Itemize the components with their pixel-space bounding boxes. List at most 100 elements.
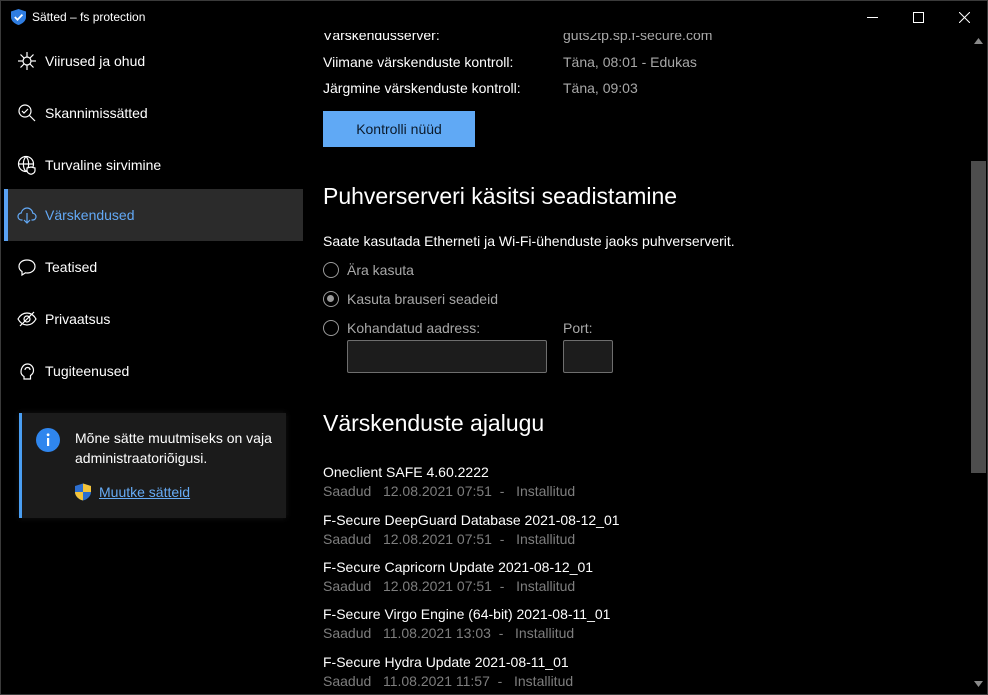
- virus-icon: [18, 52, 36, 70]
- scrollbar-thumb[interactable]: [971, 161, 986, 473]
- proxy-option-none[interactable]: Ära kasuta: [323, 260, 414, 280]
- close-icon: [958, 11, 970, 23]
- history-item-name: Oneclient SAFE 4.60.2222: [323, 464, 489, 480]
- radio-button-checked[interactable]: [323, 291, 339, 307]
- minimize-button[interactable]: [849, 1, 895, 33]
- received-label: Saadud: [323, 625, 372, 641]
- close-button[interactable]: [941, 1, 987, 33]
- uac-shield-icon: [75, 483, 91, 501]
- radio-label: Kasuta brauseri seadeid: [347, 291, 498, 307]
- received-label: Saadud: [323, 578, 372, 594]
- next-check-row: Järgmine värskenduste kontroll: Täna, 09…: [323, 80, 923, 100]
- radio-button[interactable]: [323, 262, 339, 278]
- active-indicator: [4, 189, 8, 241]
- maximize-icon: [912, 11, 924, 23]
- check-now-button[interactable]: Kontrolli nüüd: [323, 111, 475, 147]
- install-status: Installitud: [516, 578, 576, 594]
- proxy-heading: Puhverserveri käsitsi seadistamine: [323, 183, 678, 209]
- settings-window: Sätted – fs protection Viirused ja ohud: [0, 0, 988, 695]
- history-item-name: F-Secure Hydra Update 2021-08-11_01: [323, 654, 569, 670]
- sidebar-item-viruses[interactable]: Viirused ja ohud: [4, 35, 303, 87]
- maximize-button[interactable]: [895, 1, 941, 33]
- install-status: Installitud: [514, 673, 574, 689]
- history-item: F-Secure DeepGuard Database 2021-08-12_0…: [323, 512, 923, 552]
- last-check-row: Viimane värskenduste kontroll: Täna, 08:…: [323, 54, 923, 74]
- support-icon: [20, 363, 35, 380]
- separator: -: [499, 483, 505, 499]
- scan-search-icon: [18, 104, 36, 122]
- received-datetime: 12.08.2021 07:51: [382, 483, 492, 499]
- sidebar-item-notifications[interactable]: Teatised: [4, 241, 303, 293]
- received-label: Saadud: [323, 483, 372, 499]
- sidebar-item-label: Viirused ja ohud: [45, 53, 146, 69]
- next-check-value: Täna, 09:03: [563, 80, 638, 96]
- minimize-icon: [866, 16, 878, 18]
- sidebar-item-label: Skannimissätted: [45, 105, 148, 121]
- sidebar-item-label: Turvaline sirvimine: [45, 157, 162, 173]
- proxy-option-browser[interactable]: Kasuta brauseri seadeid: [323, 289, 498, 309]
- separator: -: [498, 625, 504, 641]
- cloud-download-icon: [17, 207, 37, 224]
- sidebar-item-label: Tugiteenused: [45, 363, 130, 379]
- radio-label: Kohandatud aadress:: [347, 320, 481, 336]
- window-title: Sätted – fs protection: [32, 10, 146, 24]
- separator: -: [499, 531, 505, 547]
- sidebar-item-safe-browsing[interactable]: Turvaline sirvimine: [4, 139, 303, 191]
- history-item-name: F-Secure DeepGuard Database 2021-08-12_0…: [323, 512, 620, 528]
- next-check-label: Järgmine värskenduste kontroll:: [323, 80, 521, 96]
- vertical-scrollbar[interactable]: [969, 33, 987, 694]
- radio-label: Ära kasuta: [347, 262, 414, 278]
- last-check-label: Viimane värskenduste kontroll:: [323, 54, 514, 70]
- install-status: Installitud: [516, 483, 576, 499]
- eye-off-icon: [17, 311, 37, 327]
- chat-bubble-icon: [18, 259, 36, 277]
- proxy-description: Saate kasutada Etherneti ja Wi-Fi-ühendu…: [323, 233, 735, 249]
- separator: -: [499, 578, 505, 594]
- received-datetime: 12.08.2021 07:51: [382, 531, 492, 547]
- notice-message: Mõne sätte muutmiseks on vaja administra…: [75, 430, 272, 466]
- info-icon: [36, 428, 60, 452]
- history-item-name: F-Secure Capricorn Update 2021-08-12_01: [323, 559, 594, 575]
- history-item: F-Secure Hydra Update 2021-08-11_01 Saad…: [323, 654, 923, 694]
- update-server-value: guts2tp.sp.f-secure.com: [563, 33, 713, 43]
- history-item-meta: Saadud 11.08.2021 11:57 - Installitud: [323, 673, 573, 689]
- history-item: Oneclient SAFE 4.60.2222 Saadud 12.08.20…: [323, 464, 923, 504]
- received-label: Saadud: [323, 673, 372, 689]
- update-server-row: Värskendusserver: guts2tp.sp.f-secure.co…: [323, 33, 923, 47]
- received-label: Saadud: [323, 531, 372, 547]
- history-item-meta: Saadud 12.08.2021 07:51 - Installitud: [323, 578, 575, 594]
- proxy-address-input[interactable]: [347, 340, 547, 373]
- sidebar-item-privacy[interactable]: Privaatsus: [4, 293, 303, 345]
- separator: -: [497, 673, 503, 689]
- history-item: F-Secure Virgo Engine (64-bit) 2021-08-1…: [323, 606, 923, 646]
- app-shield-icon: [11, 9, 26, 25]
- update-server-label: Värskendusserver:: [323, 33, 440, 43]
- history-heading: Värskenduste ajalugu: [323, 410, 545, 436]
- history-item-meta: Saadud 12.08.2021 07:51 - Installitud: [323, 531, 575, 547]
- scroll-up-arrow-icon[interactable]: [974, 38, 983, 44]
- radio-button[interactable]: [323, 320, 339, 336]
- sidebar-item-label: Teatised: [45, 259, 98, 275]
- sidebar-item-label: Värskendused: [45, 207, 135, 223]
- install-status: Installitud: [516, 531, 576, 547]
- received-datetime: 11.08.2021 13:03: [382, 625, 491, 641]
- last-check-value: Täna, 08:01 - Edukas: [563, 54, 697, 70]
- change-settings-link[interactable]: Muutke sätteid: [99, 484, 190, 500]
- updates-content: Värskendusserver: guts2tp.sp.f-secure.co…: [303, 33, 969, 694]
- sidebar-item-updates[interactable]: Värskendused: [4, 189, 303, 241]
- sidebar: Viirused ja ohud Skannimissätted Turvali…: [1, 33, 303, 694]
- received-datetime: 12.08.2021 07:51: [382, 578, 492, 594]
- title-bar[interactable]: Sätted – fs protection: [1, 1, 987, 33]
- globe-shield-icon: [17, 155, 36, 175]
- sidebar-item-label: Privaatsus: [45, 311, 111, 327]
- sidebar-item-scan-settings[interactable]: Skannimissätted: [4, 87, 303, 139]
- proxy-port-input[interactable]: [563, 340, 613, 373]
- proxy-option-custom[interactable]: Kohandatud aadress:: [323, 318, 480, 338]
- history-item-name: F-Secure Virgo Engine (64-bit) 2021-08-1…: [323, 606, 611, 622]
- scroll-down-arrow-icon[interactable]: [974, 681, 983, 687]
- port-label: Port:: [563, 320, 593, 336]
- sidebar-item-support[interactable]: Tugiteenused: [4, 345, 303, 397]
- received-datetime: 11.08.2021 11:57: [382, 673, 490, 689]
- admin-notice: Mõne sätte muutmiseks on vaja administra…: [19, 413, 286, 518]
- history-item-meta: Saadud 12.08.2021 07:51 - Installitud: [323, 483, 575, 499]
